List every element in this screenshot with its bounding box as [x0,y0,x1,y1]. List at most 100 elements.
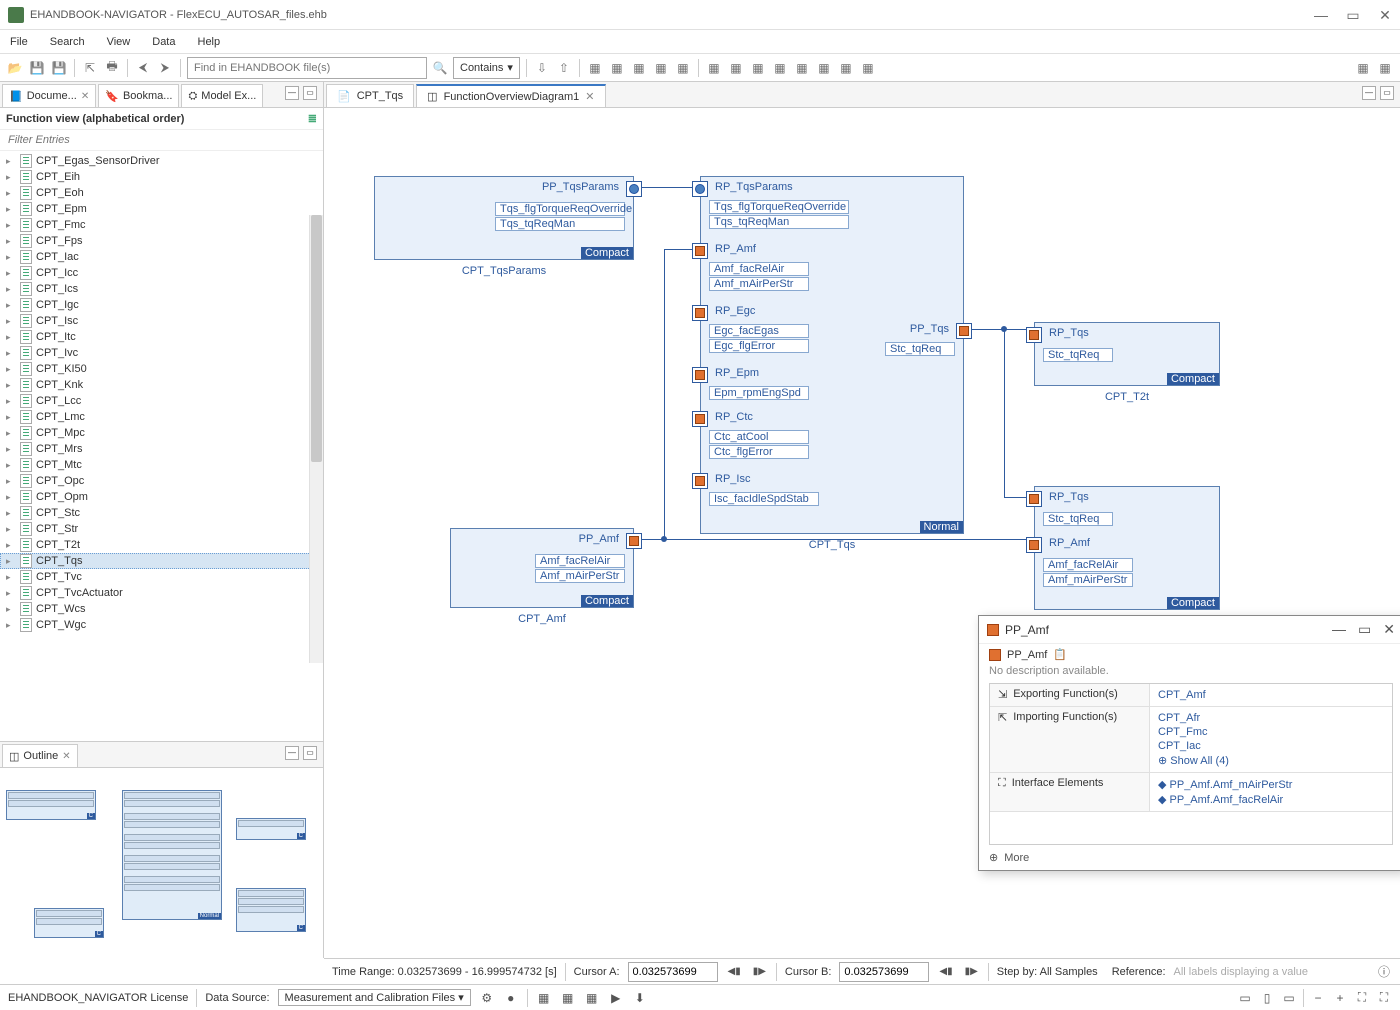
chevron-right-icon[interactable]: ▸ [6,172,16,183]
chevron-right-icon[interactable]: ▸ [6,428,16,439]
box-cpt-tqs[interactable]: RP_TqsParams Tqs_flgTorqueReqOverride Tq… [700,176,964,534]
close-icon[interactable]: ✕ [585,90,594,103]
grid1-icon[interactable]: ▦ [586,59,604,77]
layout1-icon[interactable]: ▭ [1237,990,1253,1006]
zoom-out-icon[interactable]: − [1310,990,1326,1006]
popup-more-button[interactable]: ⊕ More [979,845,1400,870]
forward-icon[interactable]: ⮞ [156,59,174,77]
cloud-icon[interactable]: ● [503,990,519,1006]
tool1-icon[interactable]: ▦ [705,59,723,77]
chevron-right-icon[interactable]: ▸ [6,220,16,231]
cursor-a-prev[interactable]: ◀▮ [726,966,743,977]
search-input[interactable] [187,57,427,79]
tool7-icon[interactable]: ▦ [837,59,855,77]
link-cpt-amf[interactable]: CPT_Amf [1158,688,1384,702]
tree-item-cpt_igc[interactable]: ▸CPT_Igc [0,297,323,313]
filter-input[interactable] [4,132,319,148]
zoom-reset-icon[interactable]: + [1332,990,1348,1006]
chevron-right-icon[interactable]: ▸ [6,572,16,583]
tree-item-cpt_knk[interactable]: ▸CPT_Knk [0,377,323,393]
menu-data[interactable]: Data [148,34,179,50]
chevron-right-icon[interactable]: ▸ [6,380,16,391]
minimize-view-icon[interactable]: — [285,746,299,760]
tab-outline[interactable]: ◫Outline✕ [2,744,78,767]
menu-search[interactable]: Search [46,34,89,50]
link-cpt-iac[interactable]: CPT_Iac [1158,739,1384,753]
editor-tab-cpt-tqs[interactable]: 📄CPT_Tqs [326,84,414,107]
tab-model-explorer[interactable]: ⛭Model Ex... [181,84,263,107]
tab-documentation[interactable]: 📘Docume...✕ [2,84,96,107]
cursor-b-next[interactable]: ▮▶ [963,966,980,977]
maximize-view-icon[interactable]: ▭ [303,746,317,760]
chevron-right-icon[interactable]: ▸ [6,252,16,263]
chevron-right-icon[interactable]: ▸ [6,588,16,599]
perspective1-icon[interactable]: ▦ [1354,59,1372,77]
tool6-icon[interactable]: ▦ [815,59,833,77]
tree-item-cpt_ki50[interactable]: ▸CPT_KI50 [0,361,323,377]
print-icon[interactable]: 🖶 [103,59,121,77]
link-iface-2[interactable]: ◆ PP_Amf.Amf_facRelAir [1158,792,1384,807]
close-icon[interactable]: ✕ [81,91,89,102]
chevron-right-icon[interactable]: ▸ [6,332,16,343]
tree-item-cpt_isc[interactable]: ▸CPT_Isc [0,313,323,329]
chevron-right-icon[interactable]: ▸ [6,540,16,551]
tree-item-cpt_tvcactuator[interactable]: ▸CPT_TvcActuator [0,585,323,601]
popup-maximize-button[interactable]: ▭ [1358,621,1371,638]
tree-item-cpt_opm[interactable]: ▸CPT_Opm [0,489,323,505]
data-source-select[interactable]: Measurement and Calibration Files ▾ [278,989,471,1006]
tree-item-cpt_epm[interactable]: ▸CPT_Epm [0,201,323,217]
maximize-view-icon[interactable]: ▭ [303,86,317,100]
tree-item-cpt_t2t[interactable]: ▸CPT_T2t [0,537,323,553]
save-icon[interactable]: 💾 [28,59,46,77]
chevron-right-icon[interactable]: ▸ [6,396,16,407]
maximize-view-icon[interactable]: ▭ [1380,86,1394,100]
chevron-right-icon[interactable]: ▸ [6,604,16,615]
export-icon[interactable]: ⇱ [81,59,99,77]
chevron-right-icon[interactable]: ▸ [6,300,16,311]
chevron-right-icon[interactable]: ▸ [6,284,16,295]
tree-item-cpt_itc[interactable]: ▸CPT_Itc [0,329,323,345]
save-all-icon[interactable]: 💾 [50,59,68,77]
sort-icon[interactable]: ≣ [308,112,317,125]
grid3-icon[interactable]: ▦ [630,59,648,77]
back-icon[interactable]: ⮜ [134,59,152,77]
tab-bookmarks[interactable]: 🔖Bookma... [98,84,179,107]
chevron-right-icon[interactable]: ▸ [6,620,16,631]
tree-item-cpt_wgc[interactable]: ▸CPT_Wgc [0,617,323,633]
diagram-canvas[interactable]: PP_TqsParams Tqs_flgTorqueReqOverride Tq… [324,108,1400,958]
grid2-icon[interactable]: ▦ [608,59,626,77]
gear-icon[interactable]: ⚙ [479,990,495,1006]
close-button[interactable]: ✕ [1378,8,1392,22]
chevron-right-icon[interactable]: ▸ [6,524,16,535]
layout2-icon[interactable]: ▯ [1259,990,1275,1006]
link-cpt-fmc[interactable]: CPT_Fmc [1158,725,1384,739]
box-cpt-t2t[interactable]: RP_Tqs Stc_tqReq Compact CPT_T2t [1034,322,1220,386]
play-icon[interactable]: ▶ [608,990,624,1006]
link-iface-1[interactable]: ◆ PP_Amf.Amf_mAirPerStr [1158,777,1384,792]
tree-item-cpt_ics[interactable]: ▸CPT_Ics [0,281,323,297]
box-cpt-tqsparams[interactable]: PP_TqsParams Tqs_flgTorqueReqOverride Tq… [374,176,634,260]
chevron-right-icon[interactable]: ▸ [6,412,16,423]
tree-item-cpt_egas_sensordriver[interactable]: ▸CPT_Egas_SensorDriver [0,153,323,169]
chevron-right-icon[interactable]: ▸ [6,444,16,455]
cursor-b-prev[interactable]: ◀▮ [937,966,954,977]
cursor-b-input[interactable] [839,962,929,982]
chevron-right-icon[interactable]: ▸ [6,364,16,375]
tree-item-cpt_str[interactable]: ▸CPT_Str [0,521,323,537]
link-cpt-afr[interactable]: CPT_Afr [1158,711,1384,725]
record-icon[interactable]: ⬇ [632,990,648,1006]
minimize-button[interactable]: — [1314,8,1328,22]
nav-down-icon[interactable]: ⇩ [533,59,551,77]
chart2-icon[interactable]: ▦ [560,990,576,1006]
chevron-right-icon[interactable]: ▸ [6,188,16,199]
box-cpt-amf[interactable]: PP_Amf Amf_facRelAir Amf_mAirPerStr Comp… [450,528,634,608]
chevron-right-icon[interactable]: ▸ [6,268,16,279]
cursor-a-input[interactable] [628,962,718,982]
chevron-right-icon[interactable]: ▸ [6,492,16,503]
tool2-icon[interactable]: ▦ [727,59,745,77]
grid4-icon[interactable]: ▦ [652,59,670,77]
tree-item-cpt_icc[interactable]: ▸CPT_Icc [0,265,323,281]
tree-item-cpt_tqs[interactable]: ▸CPT_Tqs [0,553,323,569]
tree-item-cpt_wcs[interactable]: ▸CPT_Wcs [0,601,323,617]
tree-item-cpt_tvc[interactable]: ▸CPT_Tvc [0,569,323,585]
